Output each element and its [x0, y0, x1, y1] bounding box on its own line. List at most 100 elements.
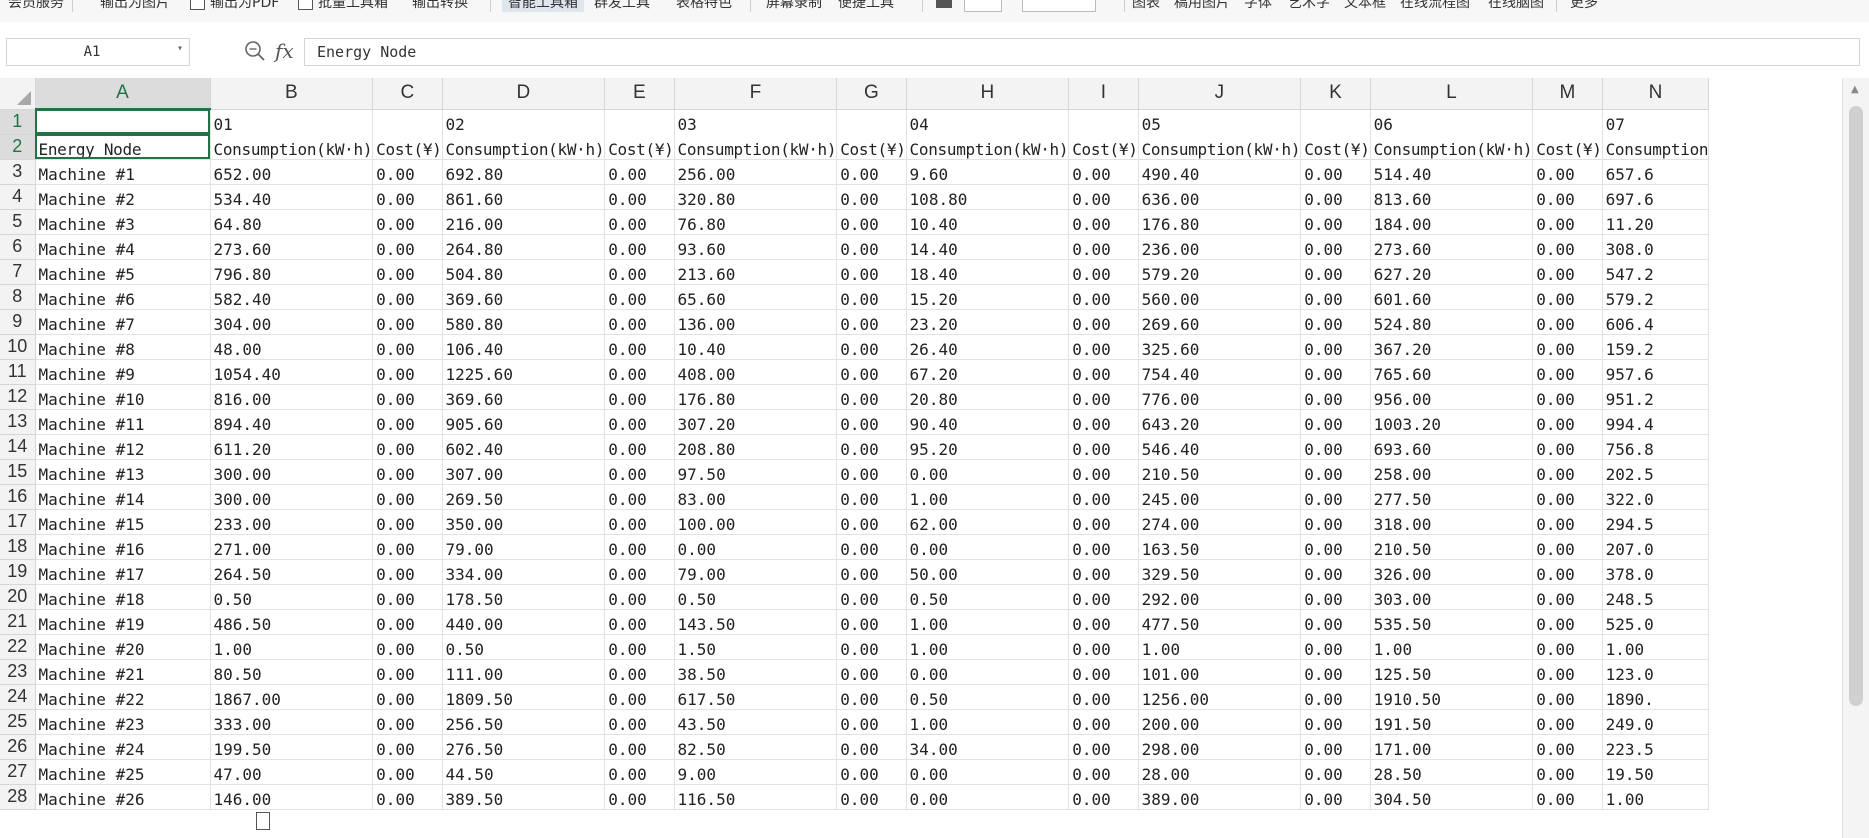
cell[interactable]: 0.00 — [1068, 659, 1139, 685]
cell[interactable]: 223.5 — [1602, 734, 1710, 760]
cell[interactable]: 307.20 — [674, 409, 838, 435]
cell[interactable]: 264.50 — [210, 559, 374, 585]
cell[interactable]: 0.00 — [906, 784, 1070, 810]
cell[interactable]: 0.00 — [604, 759, 675, 785]
cell[interactable]: Machine #17 — [35, 559, 211, 585]
cell[interactable]: 486.50 — [210, 609, 374, 635]
scrollbar-thumb[interactable] — [1849, 106, 1863, 706]
cell[interactable]: 146.00 — [210, 784, 374, 810]
column-header-F[interactable]: F — [674, 78, 838, 110]
cell[interactable] — [1300, 109, 1371, 134]
cell[interactable]: 0.00 — [836, 784, 907, 810]
cell[interactable]: 697.6 — [1602, 184, 1710, 210]
cell[interactable]: 514.40 — [1370, 159, 1534, 185]
cell[interactable]: 9.60 — [906, 159, 1070, 185]
cell[interactable]: 0.50 — [674, 584, 838, 610]
cell[interactable]: Machine #24 — [35, 734, 211, 760]
cell[interactable]: 1003.20 — [1370, 409, 1534, 435]
cell[interactable]: 0.00 — [1532, 184, 1603, 210]
cell[interactable]: 300.00 — [210, 459, 374, 485]
cell[interactable]: 1.50 — [674, 634, 838, 660]
cell[interactable]: 0.00 — [372, 784, 443, 810]
cell[interactable]: 367.20 — [1370, 334, 1534, 360]
cell[interactable]: 0.00 — [1300, 784, 1371, 810]
column-header-I[interactable]: I — [1068, 78, 1139, 110]
cell[interactable]: 44.50 — [442, 759, 606, 785]
cell[interactable]: 378.0 — [1602, 559, 1710, 585]
cell[interactable]: 611.20 — [210, 434, 374, 460]
cell[interactable]: 0.00 — [1532, 709, 1603, 735]
cell[interactable]: 1.00 — [210, 634, 374, 660]
cell[interactable]: 816.00 — [210, 384, 374, 410]
cell[interactable]: 143.50 — [674, 609, 838, 635]
cell[interactable]: 0.50 — [906, 684, 1070, 710]
cell[interactable]: 504.80 — [442, 259, 606, 285]
name-box[interactable]: A1 ▾ — [6, 38, 190, 66]
cell[interactable]: Machine #1 — [35, 159, 211, 185]
cell[interactable]: 125.50 — [1370, 659, 1534, 685]
vertical-scrollbar[interactable]: ▲ — [1842, 78, 1869, 838]
cell[interactable]: 580.80 — [442, 309, 606, 335]
cell[interactable]: 101.00 — [1138, 659, 1302, 685]
cell[interactable]: 1225.60 — [442, 359, 606, 385]
cell[interactable]: 83.00 — [674, 484, 838, 510]
cell[interactable]: 1.00 — [1138, 634, 1302, 660]
cell[interactable]: 38.50 — [674, 659, 838, 685]
cell[interactable]: Machine #21 — [35, 659, 211, 685]
cell[interactable]: 0.00 — [1300, 409, 1371, 435]
cell[interactable]: 606.4 — [1602, 309, 1710, 335]
cell[interactable]: 546.40 — [1138, 434, 1302, 460]
cell[interactable]: 0.00 — [1532, 634, 1603, 660]
cell[interactable]: 1.00 — [906, 609, 1070, 635]
row-header[interactable]: 22 — [0, 634, 36, 660]
cell[interactable]: 756.8 — [1602, 434, 1710, 460]
cell[interactable]: 0.00 — [604, 709, 675, 735]
cell[interactable]: 1054.40 — [210, 359, 374, 385]
cell[interactable]: 0.00 — [1068, 284, 1139, 310]
cell[interactable]: 0.00 — [1532, 659, 1603, 685]
cell[interactable]: 951.2 — [1602, 384, 1710, 410]
cell[interactable]: 0.00 — [836, 709, 907, 735]
cell[interactable]: 20.80 — [906, 384, 1070, 410]
cell[interactable]: 0.00 — [604, 184, 675, 210]
cell[interactable]: 264.80 — [442, 234, 606, 260]
column-header-J[interactable]: J — [1138, 78, 1302, 110]
cell[interactable]: 0.00 — [1068, 709, 1139, 735]
cell[interactable]: Cost(¥) — [1068, 134, 1139, 160]
cell[interactable]: 298.00 — [1138, 734, 1302, 760]
cell[interactable]: 535.50 — [1370, 609, 1534, 635]
cell[interactable]: 07 — [1602, 109, 1710, 134]
cell[interactable]: 0.00 — [372, 159, 443, 185]
cell[interactable]: 0.00 — [906, 534, 1070, 560]
cell[interactable]: 0.00 — [372, 309, 443, 335]
cell[interactable]: 0.00 — [1532, 234, 1603, 260]
ribbon-item-table-features[interactable]: 表格特色 — [676, 0, 732, 12]
cell[interactable]: 0.00 — [604, 284, 675, 310]
cell[interactable]: 67.20 — [906, 359, 1070, 385]
cell[interactable]: Machine #3 — [35, 209, 211, 235]
cell[interactable]: 0.00 — [1300, 684, 1371, 710]
cell[interactable]: 0.00 — [1068, 784, 1139, 810]
cell[interactable]: 0.00 — [1300, 434, 1371, 460]
cell[interactable]: 258.00 — [1370, 459, 1534, 485]
cell[interactable]: 176.80 — [1138, 209, 1302, 235]
cell[interactable]: 62.00 — [906, 509, 1070, 535]
cell[interactable]: 208.80 — [674, 434, 838, 460]
cell[interactable]: 657.6 — [1602, 159, 1710, 185]
row-header[interactable]: 12 — [0, 384, 36, 410]
cell[interactable] — [372, 109, 443, 134]
cell[interactable]: 796.80 — [210, 259, 374, 285]
cell[interactable]: 28.00 — [1138, 759, 1302, 785]
cell[interactable]: 106.40 — [442, 334, 606, 360]
cell[interactable]: Machine #26 — [35, 784, 211, 810]
cell[interactable]: 0.00 — [1532, 259, 1603, 285]
cell[interactable]: 248.5 — [1602, 584, 1710, 610]
chevron-down-icon[interactable]: ▾ — [177, 43, 183, 54]
cell[interactable]: 0.00 — [372, 684, 443, 710]
cell[interactable]: 534.40 — [210, 184, 374, 210]
cell[interactable]: 0.00 — [1300, 509, 1371, 535]
cell[interactable]: 627.20 — [1370, 259, 1534, 285]
cell[interactable]: 1910.50 — [1370, 684, 1534, 710]
cell[interactable]: Consumption(kW·h) — [674, 134, 838, 160]
cell[interactable]: 0.00 — [1068, 259, 1139, 285]
